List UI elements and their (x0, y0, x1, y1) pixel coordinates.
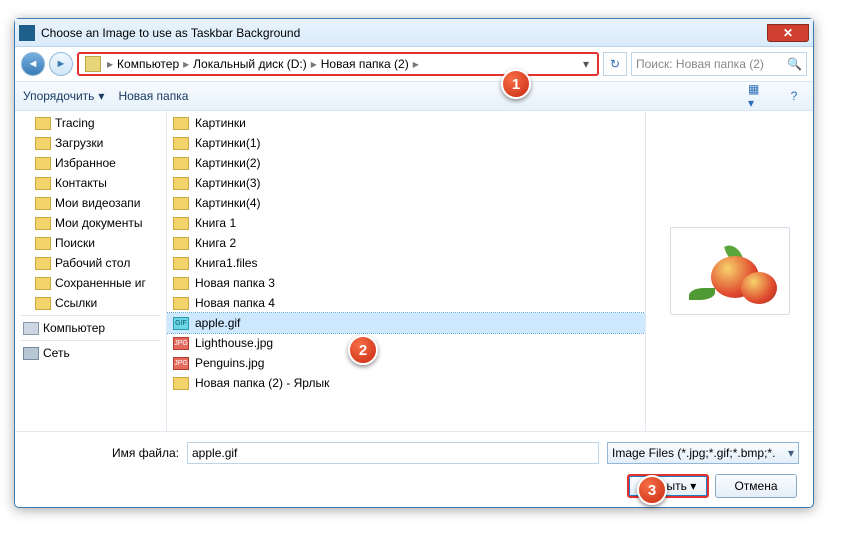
list-item-selected[interactable]: GIFapple.gif (167, 313, 645, 333)
list-item[interactable]: Новая папка 3 (167, 273, 645, 293)
folder-icon (173, 177, 189, 190)
list-item[interactable]: Книга 2 (167, 233, 645, 253)
folder-icon (85, 56, 101, 72)
list-item[interactable]: Книга1.files (167, 253, 645, 273)
nav-tree[interactable]: Tracing Загрузки Избранное Контакты Мои … (15, 111, 167, 431)
window-title: Choose an Image to use as Taskbar Backgr… (41, 26, 300, 40)
navbar: ◄ ► ▸ Компьютер ▸ Локальный диск (D:) ▸ … (15, 47, 813, 81)
tree-item[interactable]: Мои видеозапи (15, 193, 166, 213)
chevron-right-icon: ▸ (411, 57, 421, 71)
tree-item[interactable]: Tracing (15, 113, 166, 133)
folder-icon (173, 297, 189, 310)
annotation-badge: 1 (501, 69, 531, 99)
folder-icon (35, 297, 51, 310)
list-item[interactable]: Новая папка 4 (167, 293, 645, 313)
jpg-icon: JPG (173, 337, 189, 350)
app-icon (19, 25, 35, 41)
new-folder-button[interactable]: Новая папка (118, 89, 188, 103)
tree-item[interactable]: Сохраненные иг (15, 273, 166, 293)
view-menu[interactable]: ▦ ▾ (747, 86, 769, 106)
search-input[interactable]: Поиск: Новая папка (2) 🔍 (631, 52, 807, 76)
computer-icon (23, 322, 39, 335)
tree-item[interactable]: Рабочий стол (15, 253, 166, 273)
forward-button[interactable]: ► (49, 52, 73, 76)
folder-icon (173, 257, 189, 270)
list-item[interactable]: Картинки(1) (167, 133, 645, 153)
filetype-combo[interactable]: Image Files (*.jpg;*.gif;*.bmp;*.▾ (607, 442, 799, 464)
search-icon: 🔍 (787, 57, 802, 71)
list-item[interactable]: Картинки(3) (167, 173, 645, 193)
list-item[interactable]: Картинки(2) (167, 153, 645, 173)
folder-icon (35, 197, 51, 210)
folder-icon (35, 257, 51, 270)
tree-network[interactable]: Сеть (15, 343, 166, 363)
titlebar[interactable]: Choose an Image to use as Taskbar Backgr… (15, 19, 813, 47)
dialog-footer: Имя файла: Image Files (*.jpg;*.gif;*.bm… (15, 431, 813, 512)
breadcrumb-drive[interactable]: Локальный диск (D:) (191, 57, 309, 71)
filename-input[interactable] (187, 442, 599, 464)
tree-item[interactable]: Мои документы (15, 213, 166, 233)
organize-menu[interactable]: Упорядочить▾ (23, 89, 104, 103)
tree-item[interactable]: Поиски (15, 233, 166, 253)
folder-icon (173, 217, 189, 230)
gif-icon: GIF (173, 317, 189, 330)
file-dialog: Choose an Image to use as Taskbar Backgr… (14, 18, 814, 508)
chevron-down-icon: ▾ (98, 89, 104, 103)
back-button[interactable]: ◄ (21, 52, 45, 76)
chevron-down-icon[interactable]: ▾ (577, 57, 595, 71)
chevron-right-icon: ▸ (309, 57, 319, 71)
folder-icon (173, 277, 189, 290)
tree-item[interactable]: Ссылки (15, 293, 166, 313)
help-button[interactable]: ? (783, 86, 805, 106)
preview-image (670, 227, 790, 315)
close-button[interactable]: ✕ (767, 24, 809, 42)
tree-item[interactable]: Избранное (15, 153, 166, 173)
breadcrumb-folder[interactable]: Новая папка (2) (319, 57, 411, 71)
chevron-right-icon: ▸ (181, 57, 191, 71)
chevron-down-icon: ▾ (788, 446, 794, 460)
folder-icon (173, 157, 189, 170)
folder-icon (35, 137, 51, 150)
list-item[interactable]: JPGLighthouse.jpg (167, 333, 645, 353)
list-item[interactable]: Картинки(4) (167, 193, 645, 213)
shortcut-icon (173, 377, 189, 390)
folder-icon (173, 137, 189, 150)
list-item[interactable]: Новая папка (2) - Ярлык (167, 373, 645, 393)
folder-icon (35, 237, 51, 250)
jpg-icon: JPG (173, 357, 189, 370)
preview-pane (645, 111, 813, 431)
folder-icon (35, 277, 51, 290)
folder-icon (35, 117, 51, 130)
annotation-badge: 2 (348, 335, 378, 365)
breadcrumb-root[interactable]: Компьютер (115, 57, 181, 71)
folder-icon (173, 197, 189, 210)
annotation-badge: 3 (637, 475, 667, 505)
search-placeholder: Поиск: Новая папка (2) (636, 57, 764, 71)
tree-item[interactable]: Загрузки (15, 133, 166, 153)
refresh-button[interactable]: ↻ (603, 52, 627, 76)
tree-item[interactable]: Контакты (15, 173, 166, 193)
folder-icon (173, 117, 189, 130)
folder-icon (35, 217, 51, 230)
chevron-right-icon: ▸ (105, 57, 115, 71)
close-icon: ✕ (783, 26, 793, 40)
folder-icon (35, 157, 51, 170)
folder-icon (35, 177, 51, 190)
file-list[interactable]: Картинки Картинки(1) Картинки(2) Картинк… (167, 111, 645, 431)
list-item[interactable]: Книга 1 (167, 213, 645, 233)
list-item[interactable]: JPGPenguins.jpg (167, 353, 645, 373)
folder-icon (173, 237, 189, 250)
network-icon (23, 347, 39, 360)
toolbar: Упорядочить▾ Новая папка ▦ ▾ ? (15, 81, 813, 111)
list-item[interactable]: Картинки (167, 113, 645, 133)
tree-computer[interactable]: Компьютер (15, 318, 166, 338)
filename-label: Имя файла: (29, 446, 179, 460)
cancel-button[interactable]: Отмена (715, 474, 797, 498)
